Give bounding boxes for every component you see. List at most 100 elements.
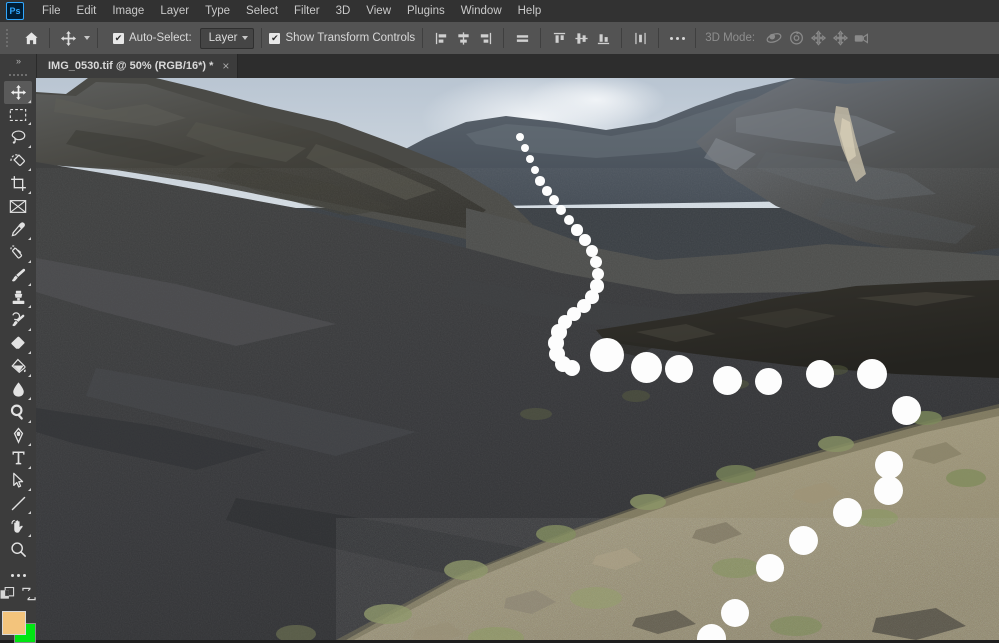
brush-dot	[665, 355, 693, 383]
3d-roll-icon[interactable]	[785, 27, 807, 49]
auto-select-label: Auto-Select:	[129, 32, 192, 44]
menu-window[interactable]: Window	[453, 2, 510, 20]
tool-submenu-indicator	[28, 351, 31, 355]
tool-blur[interactable]	[4, 378, 32, 401]
toolbar-drag-grip[interactable]	[0, 69, 36, 81]
tool-move[interactable]	[4, 80, 32, 104]
brush-dot	[555, 204, 567, 216]
tool-path-selection[interactable]	[4, 470, 32, 493]
options-bar-grip[interactable]	[2, 28, 12, 48]
tool-eyedropper[interactable]	[4, 218, 32, 241]
menu-view[interactable]: View	[358, 2, 399, 20]
brush-dot	[806, 360, 834, 388]
edit-toolbar-dots-icon[interactable]	[4, 567, 32, 585]
tool-eraser[interactable]	[4, 332, 32, 355]
align-right-edges-icon[interactable]	[474, 27, 496, 49]
tool-gradient[interactable]	[4, 355, 32, 378]
menu-type[interactable]: Type	[197, 2, 238, 20]
brush-dot	[891, 395, 921, 425]
collapse-toolbar-icon[interactable]: »	[0, 54, 36, 69]
auto-select-scope-value: Layer	[208, 32, 238, 44]
tool-crop[interactable]	[4, 172, 32, 195]
tool-rectangular-marquee[interactable]	[4, 104, 32, 127]
tool-lasso[interactable]	[4, 126, 32, 149]
close-icon[interactable]: ×	[222, 60, 229, 72]
brush-dot	[516, 133, 524, 141]
tool-submenu-indicator	[28, 236, 31, 240]
screen-mode-icon[interactable]	[22, 587, 36, 606]
3d-orbit-icon[interactable]	[763, 27, 785, 49]
home-icon[interactable]	[20, 27, 42, 49]
menu-filter[interactable]: Filter	[286, 2, 328, 20]
align-top-edges-icon[interactable]	[511, 27, 533, 49]
divider	[49, 28, 50, 48]
tool-submenu-indicator	[28, 465, 31, 469]
tool-hand[interactable]	[4, 515, 32, 538]
menu-layer[interactable]: Layer	[152, 2, 197, 20]
tool-clone-stamp[interactable]	[4, 287, 32, 310]
auto-select-scope-dropdown[interactable]: Layer	[199, 27, 255, 49]
tool-submenu-indicator	[28, 511, 31, 515]
tool-dodge[interactable]	[4, 401, 32, 424]
menu-select[interactable]: Select	[238, 2, 286, 20]
menu-file[interactable]: File	[34, 2, 69, 20]
align-left-edges-icon[interactable]	[430, 27, 452, 49]
tool-line-shape[interactable]	[4, 492, 32, 515]
tool-submenu-indicator	[28, 191, 31, 195]
align-horizontal-centers-icon[interactable]	[452, 27, 474, 49]
tool-object-selection[interactable]	[4, 149, 32, 172]
document-tab[interactable]: IMG_0530.tif @ 50% (RGB/16*) * ×	[36, 54, 239, 78]
align-vertical-bottom-icon[interactable]	[592, 27, 614, 49]
tool-history-brush[interactable]	[4, 309, 32, 332]
brush-dot	[590, 338, 624, 372]
photoshop-logo-icon: Ps	[6, 2, 24, 20]
divider	[261, 28, 263, 48]
divider	[658, 28, 660, 48]
more-options-icon[interactable]	[666, 27, 688, 49]
brush-dot	[788, 525, 818, 555]
tool-spot-healing-brush[interactable]	[4, 241, 32, 264]
3d-slide-icon[interactable]	[829, 27, 851, 49]
tool-submenu-indicator	[28, 419, 31, 423]
menu-image[interactable]: Image	[104, 2, 152, 20]
tool-zoom[interactable]	[4, 538, 32, 561]
tool-submenu-indicator	[28, 305, 31, 309]
quick-mask-mode-icon[interactable]	[0, 587, 15, 606]
tool-submenu-indicator	[28, 534, 31, 538]
align-vertical-top-icon[interactable]	[548, 27, 570, 49]
photoshop-window: Ps File Edit Image Layer Type Select Fil…	[0, 0, 999, 643]
menu-edit[interactable]: Edit	[69, 2, 105, 20]
mode-buttons-row	[0, 587, 36, 607]
3d-camera-icon[interactable]	[851, 27, 873, 49]
menu-3d[interactable]: 3D	[328, 2, 359, 20]
brush-dot	[563, 359, 581, 377]
brush-dot	[525, 154, 535, 164]
menu-plugins[interactable]: Plugins	[399, 2, 453, 20]
distribute-icon[interactable]	[629, 27, 651, 49]
document-canvas[interactable]	[36, 78, 999, 640]
show-transform-controls-checkbox[interactable]: ✔	[269, 32, 281, 44]
tool-submenu-indicator	[28, 145, 31, 149]
auto-select-checkbox[interactable]: ✔	[113, 32, 124, 44]
tool-brush[interactable]	[4, 264, 32, 287]
menu-help[interactable]: Help	[510, 2, 550, 20]
tool-submenu-indicator	[28, 168, 31, 172]
document-tab-title: IMG_0530.tif @ 50% (RGB/16*) *	[48, 60, 214, 72]
brush-dot	[857, 359, 887, 389]
tool-frame[interactable]	[4, 195, 32, 218]
foreground-color-swatch[interactable]	[2, 610, 26, 635]
brush-dot	[549, 195, 559, 205]
tool-submenu-indicator	[28, 488, 31, 492]
tool-pen[interactable]	[4, 424, 32, 447]
brush-dot	[563, 214, 575, 226]
tool-submenu-indicator	[28, 99, 31, 103]
color-swatches	[2, 610, 36, 643]
tool-type[interactable]	[4, 447, 32, 470]
move-tool-icon[interactable]	[57, 27, 79, 49]
tool-submenu-indicator	[28, 328, 31, 332]
3d-pan-icon[interactable]	[807, 27, 829, 49]
brush-dot	[754, 367, 782, 395]
tool-preset-chevron-down-icon[interactable]	[84, 36, 90, 40]
divider	[695, 28, 697, 48]
align-vertical-centers-icon[interactable]	[570, 27, 592, 49]
